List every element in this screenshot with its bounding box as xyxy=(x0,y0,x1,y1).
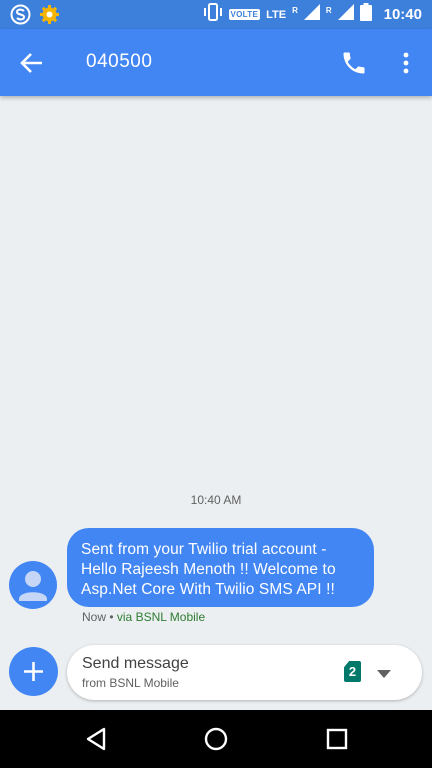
roaming-indicator-2: R xyxy=(325,6,332,15)
app-bar: 040500 xyxy=(0,29,432,96)
sender-avatar[interactable] xyxy=(9,561,57,609)
sim-card-icon[interactable]: 2 xyxy=(344,661,361,682)
call-button[interactable] xyxy=(340,49,368,77)
dropdown-arrow-icon xyxy=(377,670,391,678)
conversation-title: 040500 xyxy=(86,51,153,72)
battery-icon xyxy=(359,3,372,26)
phone-icon xyxy=(343,52,365,74)
app-s-icon xyxy=(10,4,31,30)
compose-field[interactable]: Send message from BSNL Mobile 2 xyxy=(67,645,422,700)
person-icon xyxy=(19,571,47,601)
nav-back-button[interactable] xyxy=(84,726,108,752)
compose-placeholder: Send message xyxy=(82,655,189,672)
back-arrow-icon xyxy=(20,53,42,73)
signal-icon xyxy=(303,4,320,25)
more-vert-icon xyxy=(403,52,409,74)
back-button[interactable] xyxy=(18,49,46,77)
vibrate-icon xyxy=(203,3,223,26)
add-attachment-button[interactable] xyxy=(9,647,58,696)
nav-home-icon xyxy=(204,727,228,751)
message-via: via BSNL Mobile xyxy=(116,610,206,624)
conversation-timestamp: 10:40 AM xyxy=(190,493,242,507)
nav-recents-button[interactable] xyxy=(326,728,348,750)
status-right-icons: VOLTE LTE R R 10:40 xyxy=(203,3,422,26)
signal-icon-2 xyxy=(337,4,354,25)
message-meta: Now • via BSNL Mobile xyxy=(82,610,205,624)
status-left-icons xyxy=(10,4,60,30)
meta-separator: • xyxy=(106,610,117,624)
message-bubble[interactable]: Sent from your Twilio trial account - He… xyxy=(67,528,374,607)
message-time: Now xyxy=(82,610,107,624)
nav-back-icon xyxy=(86,727,106,751)
system-nav-bar xyxy=(0,710,432,768)
status-bar: VOLTE LTE R R 10:40 xyxy=(0,0,432,29)
network-type-label: LTE xyxy=(266,8,287,21)
roaming-indicator: R xyxy=(292,6,298,15)
volte-badge: VOLTE xyxy=(228,9,261,20)
compose-sim-label: from BSNL Mobile xyxy=(82,676,179,690)
nav-recents-icon xyxy=(326,728,348,750)
add-icon xyxy=(24,662,43,681)
status-time: 10:40 xyxy=(383,6,422,23)
more-options-button[interactable] xyxy=(396,49,416,77)
settings-gear-icon xyxy=(39,4,60,30)
sim-selector-dropdown[interactable] xyxy=(377,666,391,678)
nav-home-button[interactable] xyxy=(204,727,228,751)
